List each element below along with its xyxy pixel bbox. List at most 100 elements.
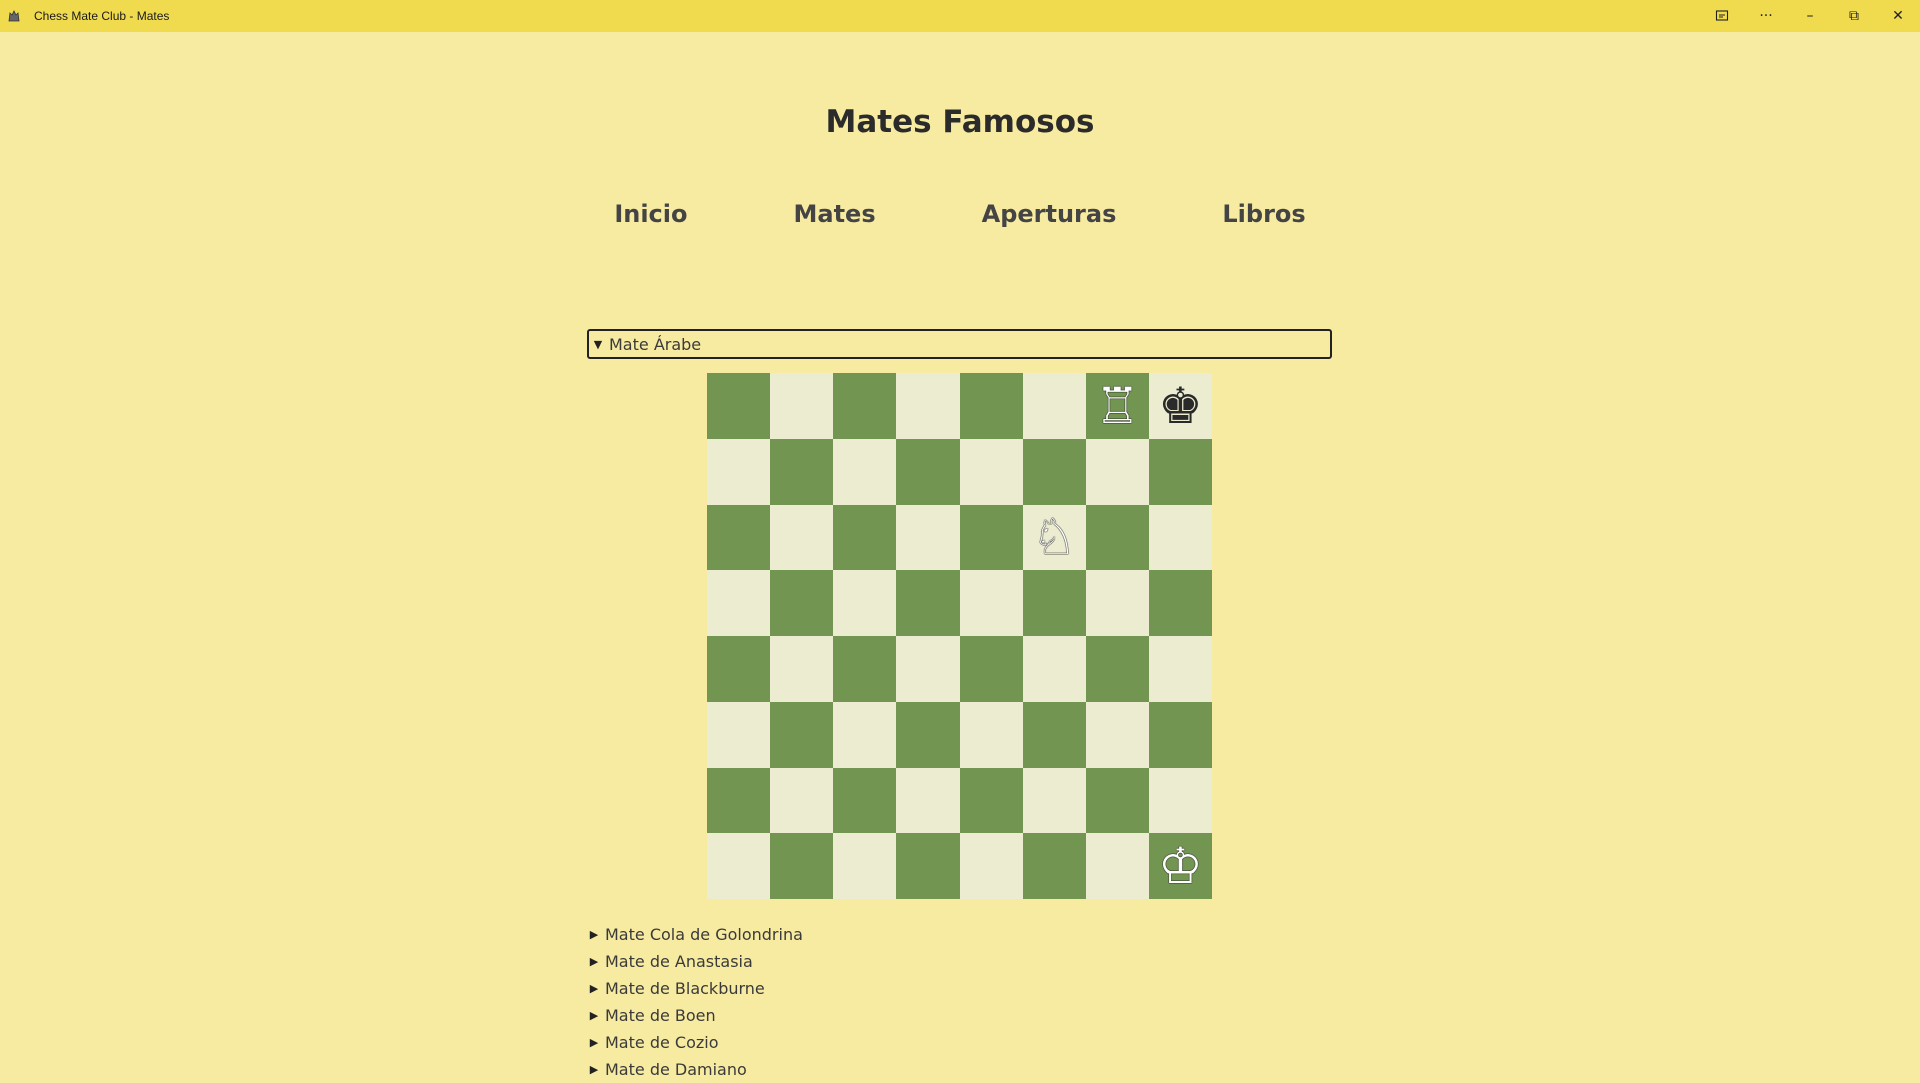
square-g8[interactable]: ♖ <box>1085 373 1149 439</box>
black-king-icon[interactable]: ♚ <box>1158 381 1203 431</box>
square-f5[interactable] <box>1022 570 1086 636</box>
square-e6[interactable] <box>959 504 1023 571</box>
mate-summary-label: Mate de Damiano <box>605 1060 747 1079</box>
triangle-right-icon: ▶ <box>589 928 599 941</box>
window-title: Chess Mate Club - Mates <box>34 9 170 23</box>
square-d5[interactable] <box>896 570 960 636</box>
square-g2[interactable] <box>1085 767 1149 834</box>
square-d4[interactable] <box>896 636 960 702</box>
square-c5[interactable] <box>833 570 897 636</box>
square-a8[interactable] <box>707 373 771 439</box>
square-e3[interactable] <box>959 701 1023 768</box>
square-f7[interactable] <box>1022 438 1086 505</box>
mate-summary-collapsed[interactable]: ▶ Mate Cola de Golondrina <box>587 921 1332 948</box>
triangle-right-icon: ▶ <box>589 1036 599 1049</box>
square-b7[interactable] <box>770 438 834 505</box>
square-h4[interactable] <box>1148 636 1212 702</box>
square-d1[interactable] <box>896 833 960 899</box>
square-c3[interactable] <box>833 701 897 768</box>
square-f6[interactable]: ♘ <box>1022 504 1086 571</box>
main-nav: Inicio Mates Aperturas Libros <box>0 200 1920 228</box>
square-c2[interactable] <box>833 767 897 834</box>
nav-link-aperturas[interactable]: Aperturas <box>929 200 1170 228</box>
square-c4[interactable] <box>833 636 897 702</box>
square-b8[interactable] <box>770 373 834 439</box>
square-e5[interactable] <box>959 570 1023 636</box>
nav-link-mates[interactable]: Mates <box>741 200 929 228</box>
square-d3[interactable] <box>896 701 960 768</box>
mate-summary-collapsed[interactable]: ▶ Mate de Cozio <box>587 1029 1332 1056</box>
square-h6[interactable] <box>1148 504 1212 571</box>
square-b3[interactable] <box>770 701 834 768</box>
square-e2[interactable] <box>959 767 1023 834</box>
triangle-right-icon: ▶ <box>589 1009 599 1022</box>
mate-summary-label: Mate Árabe <box>609 334 702 354</box>
square-c7[interactable] <box>833 438 897 505</box>
square-g6[interactable] <box>1085 504 1149 571</box>
square-e8[interactable] <box>959 373 1023 439</box>
square-h3[interactable] <box>1148 701 1212 768</box>
square-a2[interactable] <box>707 767 771 834</box>
square-c6[interactable] <box>833 504 897 571</box>
square-g1[interactable] <box>1085 833 1149 899</box>
mate-summary-collapsed[interactable]: ▶ Mate de Anastasia <box>587 948 1332 975</box>
square-b2[interactable] <box>770 767 834 834</box>
square-e7[interactable] <box>959 438 1023 505</box>
square-c1[interactable] <box>833 833 897 899</box>
white-knight-icon[interactable]: ♘ <box>1032 512 1077 562</box>
square-h1[interactable]: ♔ <box>1148 833 1212 899</box>
mate-summary-label: Mate de Blackburne <box>605 979 765 998</box>
mate-summary-collapsed[interactable]: ▶ Mate de Boen <box>587 1002 1332 1029</box>
collapsed-mates-list: ▶ Mate Cola de Golondrina ▶ Mate de Anas… <box>587 921 1332 1083</box>
page-title: Mates Famosos <box>825 104 1095 140</box>
square-d6[interactable] <box>896 504 960 571</box>
white-king-icon[interactable]: ♔ <box>1158 841 1203 891</box>
nav-link-libros[interactable]: Libros <box>1169 200 1358 228</box>
square-f3[interactable] <box>1022 701 1086 768</box>
minimize-button[interactable]: – <box>1788 0 1832 32</box>
square-b6[interactable] <box>770 504 834 571</box>
square-d2[interactable] <box>896 767 960 834</box>
square-a6[interactable] <box>707 504 771 571</box>
square-b4[interactable] <box>770 636 834 702</box>
square-a1[interactable] <box>707 833 771 899</box>
square-d7[interactable] <box>896 438 960 505</box>
square-h8[interactable]: ♚ <box>1148 373 1212 439</box>
square-a7[interactable] <box>707 438 771 505</box>
square-g3[interactable] <box>1085 701 1149 768</box>
square-f2[interactable] <box>1022 767 1086 834</box>
square-a5[interactable] <box>707 570 771 636</box>
mate-summary-collapsed[interactable]: ▶ Mate de Damiano <box>587 1056 1332 1083</box>
square-b5[interactable] <box>770 570 834 636</box>
more-options-button[interactable]: ··· <box>1744 0 1788 32</box>
square-f1[interactable] <box>1022 833 1086 899</box>
chessboard-container: ♖ ♚ ♘ ♔ <box>707 373 1212 899</box>
square-h7[interactable] <box>1148 438 1212 505</box>
mate-summary-label: Mate de Cozio <box>605 1033 719 1052</box>
square-f8[interactable] <box>1022 373 1086 439</box>
square-g4[interactable] <box>1085 636 1149 702</box>
square-a3[interactable] <box>707 701 771 768</box>
mate-summary-collapsed[interactable]: ▶ Mate de Blackburne <box>587 975 1332 1002</box>
square-h5[interactable] <box>1148 570 1212 636</box>
close-button[interactable]: ✕ <box>1876 0 1920 32</box>
square-b1[interactable] <box>770 833 834 899</box>
square-a4[interactable] <box>707 636 771 702</box>
square-h2[interactable] <box>1148 767 1212 834</box>
cast-icon[interactable] <box>1700 0 1744 32</box>
triangle-right-icon: ▶ <box>589 982 599 995</box>
square-g5[interactable] <box>1085 570 1149 636</box>
nav-link-inicio[interactable]: Inicio <box>561 200 740 228</box>
square-c8[interactable] <box>833 373 897 439</box>
triangle-right-icon: ▶ <box>589 955 599 968</box>
square-g7[interactable] <box>1085 438 1149 505</box>
mate-summary-open[interactable]: ▼ Mate Árabe <box>587 329 1332 359</box>
white-rook-icon[interactable]: ♖ <box>1095 381 1140 431</box>
square-d8[interactable] <box>896 373 960 439</box>
triangle-down-icon: ▼ <box>593 337 603 351</box>
mate-summary-label: Mate de Anastasia <box>605 952 753 971</box>
square-e4[interactable] <box>959 636 1023 702</box>
square-f4[interactable] <box>1022 636 1086 702</box>
square-e1[interactable] <box>959 833 1023 899</box>
restore-button[interactable]: ⧉ <box>1832 0 1876 32</box>
